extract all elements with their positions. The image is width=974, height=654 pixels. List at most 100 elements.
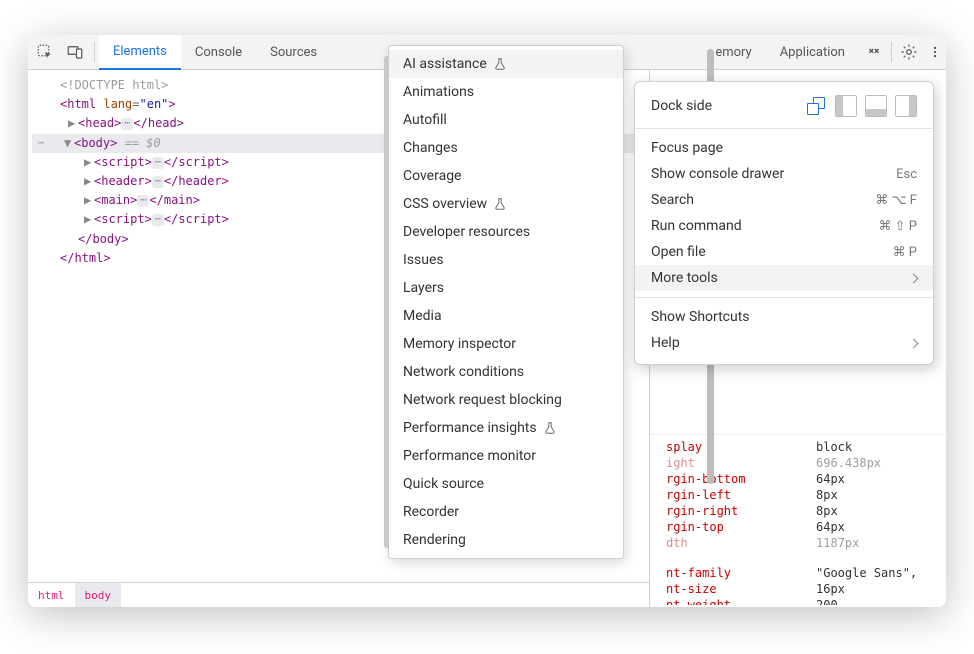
submenu-item-network-request-blocking[interactable]: Network request blocking — [389, 386, 623, 414]
submenu-item-label: Issues — [403, 252, 444, 268]
submenu-item-label: Memory inspector — [403, 336, 516, 352]
submenu-item-label: Autofill — [403, 112, 447, 128]
tab-strip: Elements Console Sources — [99, 35, 331, 69]
breadcrumb-body[interactable]: body — [75, 583, 122, 607]
submenu-item-media[interactable]: Media — [389, 302, 623, 330]
submenu-item-changes[interactable]: Changes — [389, 134, 623, 162]
submenu-item-quick-source[interactable]: Quick source — [389, 470, 623, 498]
dock-undock-icon[interactable] — [805, 95, 827, 117]
submenu-item-label: Recorder — [403, 504, 459, 520]
submenu-item-developer-resources[interactable]: Developer resources — [389, 218, 623, 246]
submenu-item-issues[interactable]: Issues — [389, 246, 623, 274]
computed-property-row[interactable]: nt-weight200 — [658, 597, 938, 605]
tab-elements[interactable]: Elements — [99, 35, 181, 70]
computed-property-row[interactable]: rgin-top64px — [658, 519, 938, 535]
menu-item-shortcut: ⌘ P — [893, 245, 917, 260]
tab-application[interactable]: Application — [766, 45, 859, 60]
breadcrumb: html body — [28, 582, 649, 607]
line-menu-icon[interactable]: ⋯ — [32, 134, 50, 152]
device-toolbar-icon[interactable] — [60, 36, 90, 69]
submenu-item-label: Rendering — [403, 532, 466, 548]
computed-prop-name: nt-size — [658, 582, 816, 596]
menu-more-tools[interactable]: More tools — [635, 265, 933, 291]
devtools-window: Elements Console Sources emory Applicati… — [28, 35, 946, 607]
dock-bottom-icon[interactable] — [865, 95, 887, 117]
menu-shortcuts[interactable]: Show Shortcuts — [635, 304, 933, 330]
submenu-item-label: AI assistance — [403, 56, 487, 72]
computed-prop-name: splay — [658, 440, 816, 454]
submenu-item-recorder[interactable]: Recorder — [389, 498, 623, 526]
beaker-icon — [493, 57, 507, 71]
kebab-menu-icon[interactable] — [924, 36, 946, 69]
submenu-item-layers[interactable]: Layers — [389, 274, 623, 302]
menu-item-search[interactable]: Search ⌘ ⌥ F — [635, 187, 933, 213]
computed-prop-value: 696.438px — [816, 456, 938, 470]
menu-help[interactable]: Help — [635, 330, 933, 356]
computed-property-row[interactable]: nt-family"Google Sans", — [658, 565, 938, 581]
submenu-item-label: Developer resources — [403, 224, 530, 240]
submenu-item-memory-inspector[interactable]: Memory inspector — [389, 330, 623, 358]
submenu-item-ai-assistance[interactable]: AI assistance — [389, 50, 623, 78]
submenu-item-performance-monitor[interactable]: Performance monitor — [389, 442, 623, 470]
menu-separator — [635, 297, 933, 298]
submenu-item-label: Network conditions — [403, 364, 524, 380]
more-tools-submenu: AI assistance Animations Autofill Changes Co… — [388, 45, 624, 559]
computed-prop-name: dth — [658, 536, 816, 550]
submenu-item-coverage[interactable]: Coverage — [389, 162, 623, 190]
menu-item-label: Open file — [651, 244, 706, 260]
submenu-item-css-overview[interactable]: CSS overview — [389, 190, 623, 218]
submenu-item-autofill[interactable]: Autofill — [389, 106, 623, 134]
beaker-icon — [493, 197, 507, 211]
tab-sources[interactable]: Sources — [256, 35, 331, 69]
computed-prop-value: 8px — [816, 504, 938, 518]
submenu-item-label: Layers — [403, 280, 444, 296]
menu-item-open-file[interactable]: Open file ⌘ P — [635, 239, 933, 265]
menu-item-shortcut: ⌘ ⇧ P — [878, 219, 917, 234]
computed-property-row[interactable]: splayblock — [658, 439, 938, 455]
computed-property-row[interactable]: rgin-right8px — [658, 503, 938, 519]
menu-dock-side: Dock side — [635, 90, 933, 122]
menu-item-show-console-drawer[interactable]: Show console drawerEsc — [635, 161, 933, 187]
tab-memory-partial[interactable]: emory — [715, 45, 765, 60]
computed-prop-value: 8px — [816, 488, 938, 502]
more-tabs-icon[interactable] — [859, 36, 889, 69]
breadcrumb-html[interactable]: html — [28, 583, 75, 607]
menu-item-run-command[interactable]: Run command⌘ ⇧ P — [635, 213, 933, 239]
computed-prop-value: "Google Sans", — [816, 566, 938, 580]
menu-item-label: Show console drawer — [651, 166, 784, 182]
dock-left-icon[interactable] — [835, 95, 857, 117]
chevron-right-icon — [909, 273, 919, 283]
computed-prop-value: 200 — [816, 598, 938, 604]
submenu-item-label: Changes — [403, 140, 458, 156]
devtools-context-menu: Dock side Focus page Show console drawerE… — [634, 81, 934, 365]
computed-styles[interactable]: splayblockight696.438pxrgin-bottom64pxrg… — [650, 435, 946, 607]
computed-property-row[interactable]: rgin-left8px — [658, 487, 938, 503]
inspect-element-icon[interactable] — [30, 36, 60, 69]
dock-right-icon[interactable] — [895, 95, 917, 117]
menu-item-focus-page[interactable]: Focus page — [635, 135, 933, 161]
settings-icon[interactable] — [894, 36, 924, 69]
submenu-item-network-conditions[interactable]: Network conditions — [389, 358, 623, 386]
beaker-icon — [543, 421, 557, 435]
menu-item-label: Search — [651, 192, 694, 208]
computed-prop-name: rgin-left — [658, 488, 816, 502]
submenu-item-performance-insights[interactable]: Performance insights — [389, 414, 623, 442]
computed-property-row[interactable]: dth1187px — [658, 535, 938, 551]
computed-property-row[interactable]: ight696.438px — [658, 455, 938, 471]
tab-console[interactable]: Console — [181, 35, 256, 69]
submenu-item-label: CSS overview — [403, 196, 487, 212]
submenu-item-label: Coverage — [403, 168, 461, 184]
computed-property-row[interactable]: rgin-bottom64px — [658, 471, 938, 487]
computed-prop-value: 64px — [816, 472, 938, 486]
menu-item-shortcut: ⌘ ⌥ F — [875, 193, 917, 208]
computed-property-row[interactable]: nt-size16px — [658, 581, 938, 597]
computed-prop-name: rgin-top — [658, 520, 816, 534]
menu-item-label: Focus page — [651, 140, 723, 156]
submenu-item-rendering[interactable]: Rendering — [389, 526, 623, 554]
computed-prop-name: ight — [658, 456, 816, 470]
submenu-item-label: Performance monitor — [403, 448, 536, 464]
divider — [891, 42, 892, 62]
computed-prop-value: 1187px — [816, 536, 938, 550]
submenu-item-label: Performance insights — [403, 420, 537, 436]
submenu-item-animations[interactable]: Animations — [389, 78, 623, 106]
